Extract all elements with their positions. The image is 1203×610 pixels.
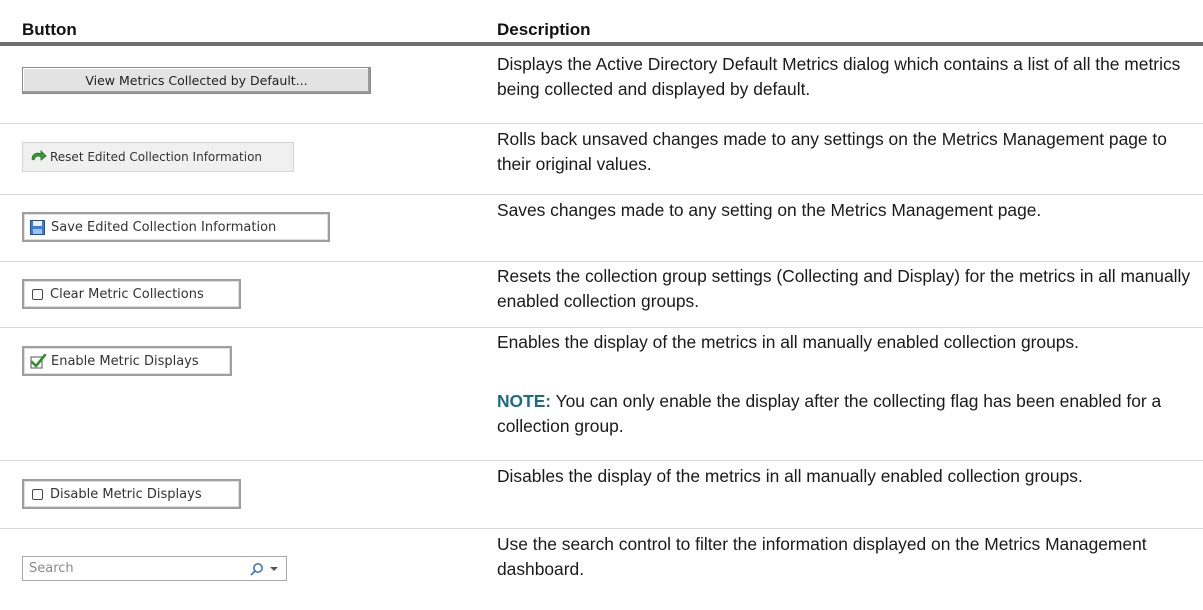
disable-metric-displays-button[interactable]: Disable Metric Displays <box>22 479 241 509</box>
search-icon[interactable] <box>250 562 264 580</box>
row-description: Resets the collection group settings (Co… <box>497 266 1191 311</box>
row-description: Disables the display of the metrics in a… <box>497 466 1083 486</box>
search-input[interactable]: Search <box>22 556 287 581</box>
table-row: Disable Metric Displays Disables the dis… <box>0 461 1203 528</box>
column-header-button: Button <box>22 20 77 39</box>
table-row: Clear Metric Collections Resets the coll… <box>0 262 1203 327</box>
reset-arrow-icon <box>29 150 47 164</box>
button-label: Clear Metric Collections <box>50 286 204 302</box>
chevron-down-icon[interactable] <box>270 567 278 571</box>
checkbox-icon <box>32 288 43 300</box>
note-label: NOTE: <box>497 391 552 411</box>
row-description: Use the search control to filter the inf… <box>497 534 1147 579</box>
table-row: Save Edited Collection Information Saves… <box>0 195 1203 261</box>
column-header-description: Description <box>497 20 591 39</box>
row-description: Enables the display of the metrics in al… <box>497 332 1079 352</box>
button-label: Disable Metric Displays <box>50 486 202 502</box>
checkbox-icon <box>32 488 43 500</box>
save-collection-button[interactable]: Save Edited Collection Information <box>22 212 330 242</box>
checkbox-checked-icon <box>30 353 47 369</box>
table-row: Reset Edited Collection Information Roll… <box>0 124 1203 194</box>
row-description: Displays the Active Directory Default Me… <box>497 54 1181 99</box>
row-description: Saves changes made to any setting on the… <box>497 200 1042 220</box>
reset-collection-button[interactable]: Reset Edited Collection Information <box>22 142 294 172</box>
table-row: Search Use the search control to filter … <box>0 529 1203 610</box>
floppy-disk-icon <box>30 219 45 235</box>
clear-metric-collections-button[interactable]: Clear Metric Collections <box>22 279 241 309</box>
button-label: Enable Metric Displays <box>51 353 199 369</box>
button-label: Reset Edited Collection Information <box>50 150 263 164</box>
row-note: NOTE: You can only enable the display af… <box>497 389 1203 438</box>
button-label: Save Edited Collection Information <box>51 219 277 235</box>
search-placeholder: Search <box>29 561 74 576</box>
row-description: Rolls back unsaved changes made to any s… <box>497 129 1167 174</box>
enable-metric-displays-button[interactable]: Enable Metric Displays <box>22 346 232 376</box>
table-row: Enable Metric Displays Enables the displ… <box>0 328 1203 460</box>
view-default-metrics-button[interactable]: View Metrics Collected by Default... <box>22 67 371 94</box>
table-header: Button Description <box>0 0 1203 47</box>
note-text: You can only enable the display after th… <box>497 391 1162 436</box>
button-label: View Metrics Collected by Default... <box>85 73 308 88</box>
table-row: View Metrics Collected by Default... Dis… <box>0 46 1203 123</box>
